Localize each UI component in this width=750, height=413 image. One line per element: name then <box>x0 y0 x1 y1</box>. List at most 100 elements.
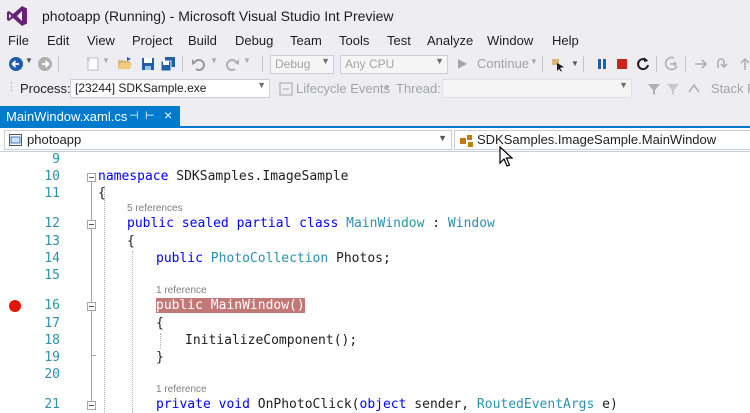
lifecycle-events-icon[interactable] <box>278 81 294 97</box>
line-number: 14 <box>44 251 60 266</box>
line-number: 10 <box>44 169 60 184</box>
configuration-select[interactable]: Debug ▼ <box>270 55 334 74</box>
thread-select[interactable]: ▼ <box>442 79 632 98</box>
breakpoint-highlighted-line: public MainWindow() <box>156 298 305 313</box>
title-bar: photoapp (Running) - Microsoft Visual St… <box>0 0 750 32</box>
tab-dropdown-icon[interactable]: ⊣ <box>129 109 139 122</box>
mouse-cursor-icon <box>499 146 513 167</box>
continue-play-icon[interactable]: ▶ <box>458 56 467 70</box>
line-number: 19 <box>44 350 60 365</box>
redo-icon[interactable] <box>224 56 240 72</box>
menu-window[interactable]: Window <box>487 33 533 48</box>
break-all-pause-icon[interactable] <box>594 56 610 72</box>
code-line: public sealed partial class MainWindow :… <box>127 216 495 231</box>
back-dropdown-icon[interactable]: ▼ <box>25 56 33 65</box>
menu-file[interactable]: File <box>8 33 29 48</box>
member-name: SDKSamples.ImageSample.MainWindow <box>477 132 717 147</box>
standard-toolbar: ▼ ▼ ▼ ▼ Debug ▼ Any CPU ▼ ▶ Continue ▼ ▼ <box>0 52 750 76</box>
debug-location-toolbar: ⋮ Process: [23244] SDKSample.exe ▼ Lifecy… <box>0 77 750 101</box>
back-icon[interactable] <box>8 56 24 72</box>
platform-select[interactable]: Any CPU ▼ <box>340 55 448 74</box>
stack-frame-icon[interactable] <box>686 81 702 97</box>
code-line: { <box>98 186 106 201</box>
document-tab-well: MainWindow.xaml.cs ⊣ ⊢ × <box>0 104 750 128</box>
project-dropdown-icon[interactable]: ▼ <box>438 133 447 143</box>
tab-mainwindow-xaml-cs[interactable]: MainWindow.xaml.cs ⊣ ⊢ × <box>0 106 180 128</box>
lifecycle-dropdown-icon[interactable]: ▼ <box>383 83 391 92</box>
redo-dropdown-icon[interactable]: ▼ <box>243 56 251 65</box>
class-icon <box>460 135 473 147</box>
breakpoint-icon[interactable] <box>9 300 21 312</box>
menu-analyze[interactable]: Analyze <box>427 33 473 48</box>
show-next-statement-icon[interactable] <box>664 56 680 72</box>
flag-threads-icon[interactable] <box>665 81 681 97</box>
menu-test[interactable]: Test <box>387 33 411 48</box>
codelens-references[interactable]: 5 references <box>127 203 183 214</box>
tab-label: MainWindow.xaml.cs <box>6 109 128 124</box>
line-number: 17 <box>44 316 60 331</box>
code-line: { <box>127 234 135 249</box>
undo-icon[interactable] <box>191 56 207 72</box>
line-number: 13 <box>44 234 60 249</box>
save-all-icon[interactable] <box>160 56 176 72</box>
close-tab-icon[interactable]: × <box>164 107 172 123</box>
menu-build[interactable]: Build <box>188 33 217 48</box>
undo-dropdown-icon[interactable]: ▼ <box>210 56 218 65</box>
process-label: Process: <box>20 81 71 96</box>
line-number: 11 <box>44 186 60 201</box>
menu-edit[interactable]: Edit <box>47 33 69 48</box>
browser-link-dropdown-icon[interactable]: ▼ <box>571 59 579 68</box>
save-icon[interactable] <box>140 56 156 72</box>
collapse-method-icon[interactable] <box>87 401 96 410</box>
forward-icon[interactable] <box>37 56 53 72</box>
window-title: photoapp (Running) - Microsoft Visual St… <box>42 8 394 24</box>
browser-link-icon[interactable] <box>550 56 566 72</box>
project-select[interactable]: photoapp ▼ <box>4 130 452 150</box>
menu-debug[interactable]: Debug <box>235 33 273 48</box>
step-out-icon[interactable] <box>737 56 750 72</box>
line-number: 18 <box>44 333 60 348</box>
stop-debugging-icon[interactable] <box>614 56 630 72</box>
continue-dropdown-icon[interactable]: ▼ <box>530 57 538 66</box>
menu-view[interactable]: View <box>87 33 115 48</box>
menu-team[interactable]: Team <box>290 33 322 48</box>
stack-frame-label: Stack F <box>711 81 750 96</box>
visual-studio-logo-icon <box>7 6 27 26</box>
line-number: 12 <box>44 216 60 231</box>
line-number: 15 <box>44 268 60 283</box>
code-line: } <box>156 350 164 365</box>
new-project-icon[interactable] <box>85 56 101 72</box>
line-number: 16 <box>44 298 60 313</box>
collapse-class-icon[interactable] <box>87 220 96 229</box>
line-number: 9 <box>52 152 60 167</box>
process-select[interactable]: [23244] SDKSample.exe ▼ <box>70 79 270 98</box>
restart-icon[interactable] <box>635 56 651 72</box>
codelens-references[interactable]: 1 reference <box>156 384 207 395</box>
lifecycle-events-button[interactable]: Lifecycle Events <box>296 81 390 96</box>
menu-bar: File Edit View Project Build Debug Team … <box>0 32 750 52</box>
breakpoint-gutter[interactable] <box>0 152 30 413</box>
code-editor[interactable]: 9 10 11 12 13 14 15 16 17 18 19 20 21 na… <box>0 152 750 413</box>
new-dropdown-icon[interactable]: ▼ <box>102 56 110 65</box>
codelens-references[interactable]: 1 reference <box>156 285 207 296</box>
code-line: { <box>156 316 164 331</box>
menu-project[interactable]: Project <box>132 33 172 48</box>
filter-icon[interactable] <box>646 81 662 97</box>
menu-tools[interactable]: Tools <box>339 33 369 48</box>
pin-tab-icon[interactable]: ⊢ <box>145 109 155 122</box>
step-into-icon[interactable] <box>693 56 709 72</box>
menu-help[interactable]: Help <box>552 33 579 48</box>
line-number: 21 <box>44 397 60 412</box>
code-line: private void OnPhotoClick(object sender,… <box>156 397 618 412</box>
code-line: namespace SDKSamples.ImageSample <box>98 169 349 184</box>
collapse-namespace-icon[interactable] <box>87 173 96 182</box>
continue-button[interactable]: Continue <box>477 56 529 71</box>
project-name: photoapp <box>27 132 82 147</box>
collapse-method-icon[interactable] <box>87 302 96 311</box>
line-number: 20 <box>44 367 60 382</box>
toolbar-grip-icon: ⋮ <box>6 81 17 93</box>
step-over-icon[interactable] <box>715 56 731 72</box>
code-line: public PhotoCollection Photos; <box>156 251 391 266</box>
open-folder-icon[interactable] <box>117 56 133 72</box>
thread-label: Thread: <box>396 81 441 96</box>
